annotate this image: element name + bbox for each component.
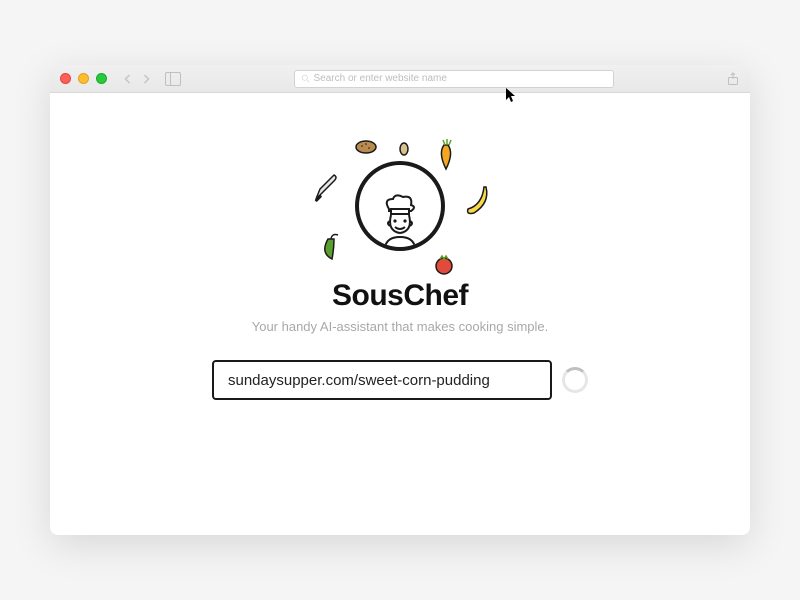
tomato-icon: [432, 253, 456, 275]
potato-icon: [354, 139, 378, 155]
page-content: SousChef Your handy AI-assistant that ma…: [50, 93, 750, 400]
banana-icon: [464, 185, 492, 217]
back-button[interactable]: [121, 72, 135, 86]
close-window-button[interactable]: [60, 73, 71, 84]
chef-avatar: [355, 161, 445, 251]
search-icon: [301, 74, 310, 83]
logo: [310, 141, 490, 271]
title-bar: Search or enter website name: [50, 65, 750, 93]
address-bar[interactable]: Search or enter website name: [294, 70, 614, 88]
traffic-lights: [60, 73, 107, 84]
share-icon[interactable]: [726, 72, 740, 86]
recipe-url-input[interactable]: [212, 360, 552, 400]
minimize-window-button[interactable]: [78, 73, 89, 84]
forward-button[interactable]: [139, 72, 153, 86]
sidebar-toggle-icon[interactable]: [165, 72, 181, 86]
browser-window: Search or enter website name: [50, 65, 750, 535]
seed-icon: [398, 141, 410, 157]
address-placeholder: Search or enter website name: [314, 73, 447, 84]
maximize-window-button[interactable]: [96, 73, 107, 84]
address-bar-wrap: Search or enter website name: [189, 70, 718, 88]
knife-icon: [312, 169, 346, 203]
carrot-icon: [436, 139, 458, 171]
chili-icon: [322, 231, 344, 261]
nav-arrows: [121, 72, 153, 86]
tagline: Your handy AI-assistant that makes cooki…: [252, 319, 549, 334]
loading-spinner-icon: [562, 367, 588, 393]
url-input-row: [212, 360, 588, 400]
app-title: SousChef: [332, 279, 468, 313]
